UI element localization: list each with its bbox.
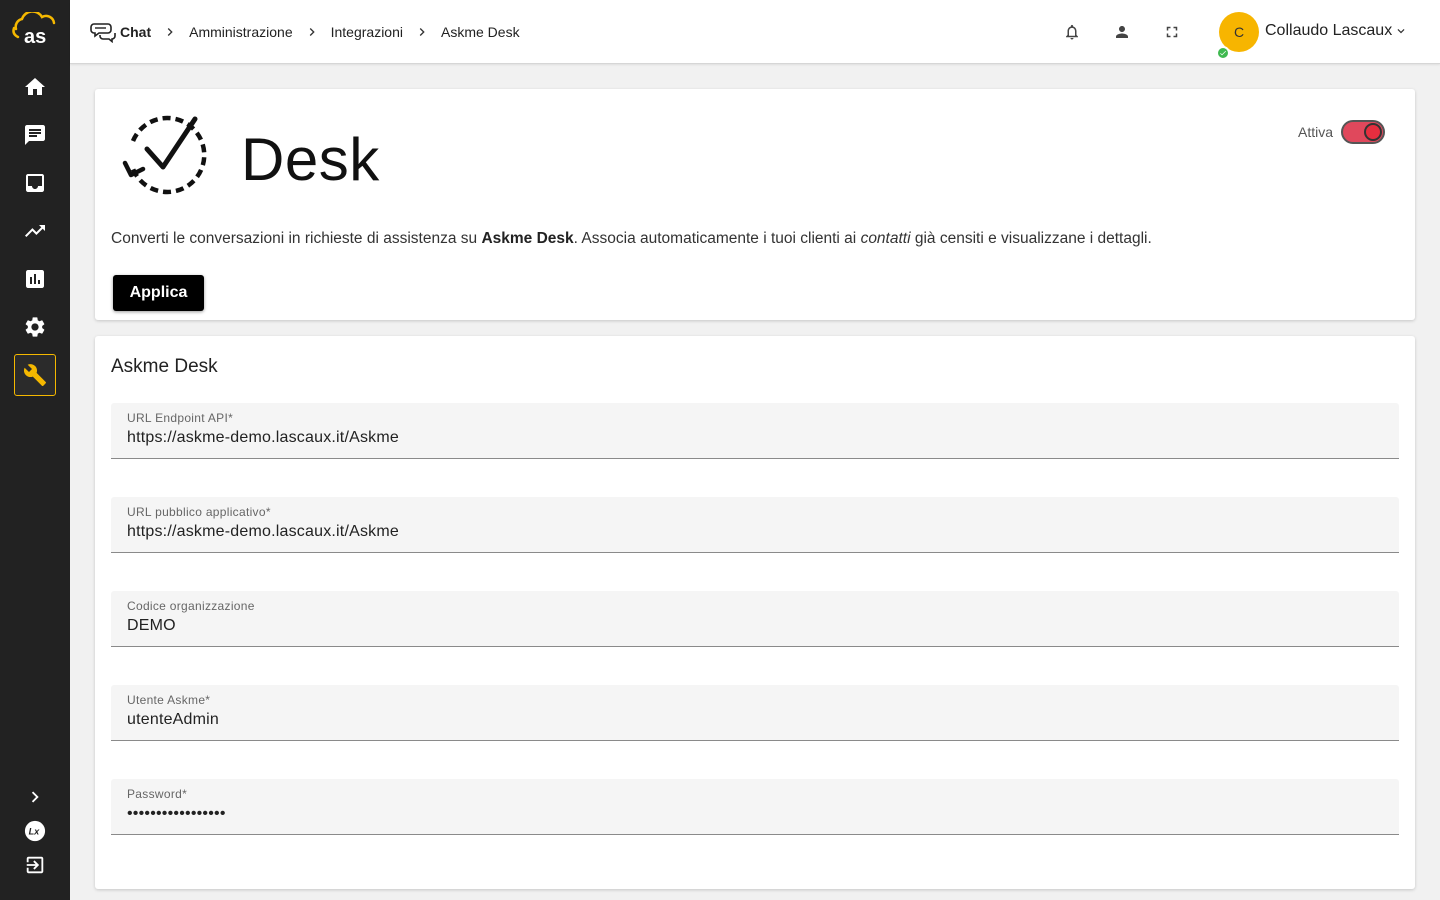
sidebar-item-integrations[interactable]	[14, 354, 56, 396]
api-endpoint-field[interactable]: URL Endpoint API*	[111, 403, 1399, 459]
chevron-down-icon	[1397, 29, 1405, 34]
active-toggle[interactable]	[1341, 120, 1385, 144]
trending-icon	[25, 225, 45, 237]
public-url-field[interactable]: URL pubblico applicativo*	[111, 497, 1399, 553]
form-title: Askme Desk	[111, 356, 218, 377]
wrench-icon	[23, 364, 46, 386]
apply-button[interactable]: Applica	[113, 275, 204, 311]
sidebar: as Lx	[0, 0, 70, 900]
askme-user-input[interactable]	[127, 711, 1377, 729]
sidebar-item-inbox[interactable]	[14, 162, 56, 204]
integration-description: Converti le conversazioni in richieste d…	[111, 230, 1152, 247]
chevron-right-icon	[31, 791, 39, 803]
fullscreen-icon	[1166, 26, 1178, 38]
chat-bubbles-icon	[90, 23, 116, 43]
person-icon	[1116, 26, 1128, 38]
breadcrumb-administration[interactable]: Amministrazione	[189, 24, 292, 40]
breadcrumb-integrations[interactable]: Integrazioni	[331, 24, 403, 40]
integration-card: Desk Attiva Converti le conversazioni in…	[95, 89, 1415, 320]
config-form-card: Askme Desk URL Endpoint API* URL pubblic…	[95, 336, 1415, 889]
toggle-knob	[1364, 123, 1382, 141]
check-icon	[1220, 50, 1226, 56]
inbox-icon	[26, 174, 44, 192]
sidebar-item-home[interactable]	[14, 66, 56, 108]
integration-title: Desk	[241, 126, 380, 193]
user-menu[interactable]: Collaudo Lascaux	[1265, 22, 1408, 40]
organization-code-field[interactable]: Codice organizzazione	[111, 591, 1399, 647]
user-name: Collaudo Lascaux	[1265, 22, 1393, 39]
active-toggle-group: Attiva	[1298, 120, 1385, 144]
password-field[interactable]: Password*	[111, 779, 1399, 835]
chevron-right-icon	[301, 21, 323, 43]
fullscreen-button[interactable]	[1160, 20, 1184, 44]
toggle-label: Attiva	[1297, 124, 1333, 140]
askme-user-field[interactable]: Utente Askme*	[111, 685, 1399, 741]
field-label: Password*	[127, 787, 188, 801]
home-icon	[25, 78, 45, 95]
breadcrumb-chat[interactable]: Chat	[90, 21, 151, 43]
chevron-right-icon	[411, 21, 433, 43]
sidebar-item-trends[interactable]	[14, 210, 56, 252]
sidebar-item-chat[interactable]	[14, 114, 56, 156]
lx-logo-button[interactable]: Lx	[14, 816, 56, 846]
logout-icon	[26, 856, 44, 874]
svg-text:as: as	[24, 26, 46, 46]
gear-icon	[25, 317, 45, 337]
desk-logo-icon	[122, 115, 207, 195]
bar-chart-icon	[26, 270, 44, 288]
field-label: Codice organizzazione	[127, 599, 255, 613]
public-url-input[interactable]	[127, 523, 1377, 541]
top-header: Chat Amministrazione Integrazioni Askme …	[70, 0, 1440, 64]
field-label: URL Endpoint API*	[127, 411, 234, 425]
svg-text:Lx: Lx	[29, 827, 41, 837]
field-label: Utente Askme*	[127, 693, 211, 707]
sidebar-item-settings[interactable]	[14, 306, 56, 348]
logout-button[interactable]	[14, 850, 56, 880]
password-input[interactable]	[127, 805, 1377, 823]
lx-logo-icon: Lx	[24, 820, 46, 842]
sidebar-item-reports[interactable]	[14, 258, 56, 300]
notifications-button[interactable]	[1060, 20, 1084, 44]
field-label: URL pubblico applicativo*	[127, 505, 271, 519]
chevron-right-icon	[159, 21, 181, 43]
chat-icon	[25, 125, 45, 145]
breadcrumb: Chat Amministrazione Integrazioni Askme …	[90, 0, 520, 64]
bell-icon	[1066, 24, 1078, 40]
app-logo[interactable]: as	[10, 12, 60, 46]
api-endpoint-input[interactable]	[127, 429, 1377, 447]
organization-code-input[interactable]	[127, 617, 1377, 635]
online-status-badge	[1216, 46, 1230, 60]
sidebar-expand-button[interactable]	[14, 782, 56, 812]
breadcrumb-current: Askme Desk	[441, 24, 520, 40]
profile-button[interactable]	[1110, 20, 1134, 44]
